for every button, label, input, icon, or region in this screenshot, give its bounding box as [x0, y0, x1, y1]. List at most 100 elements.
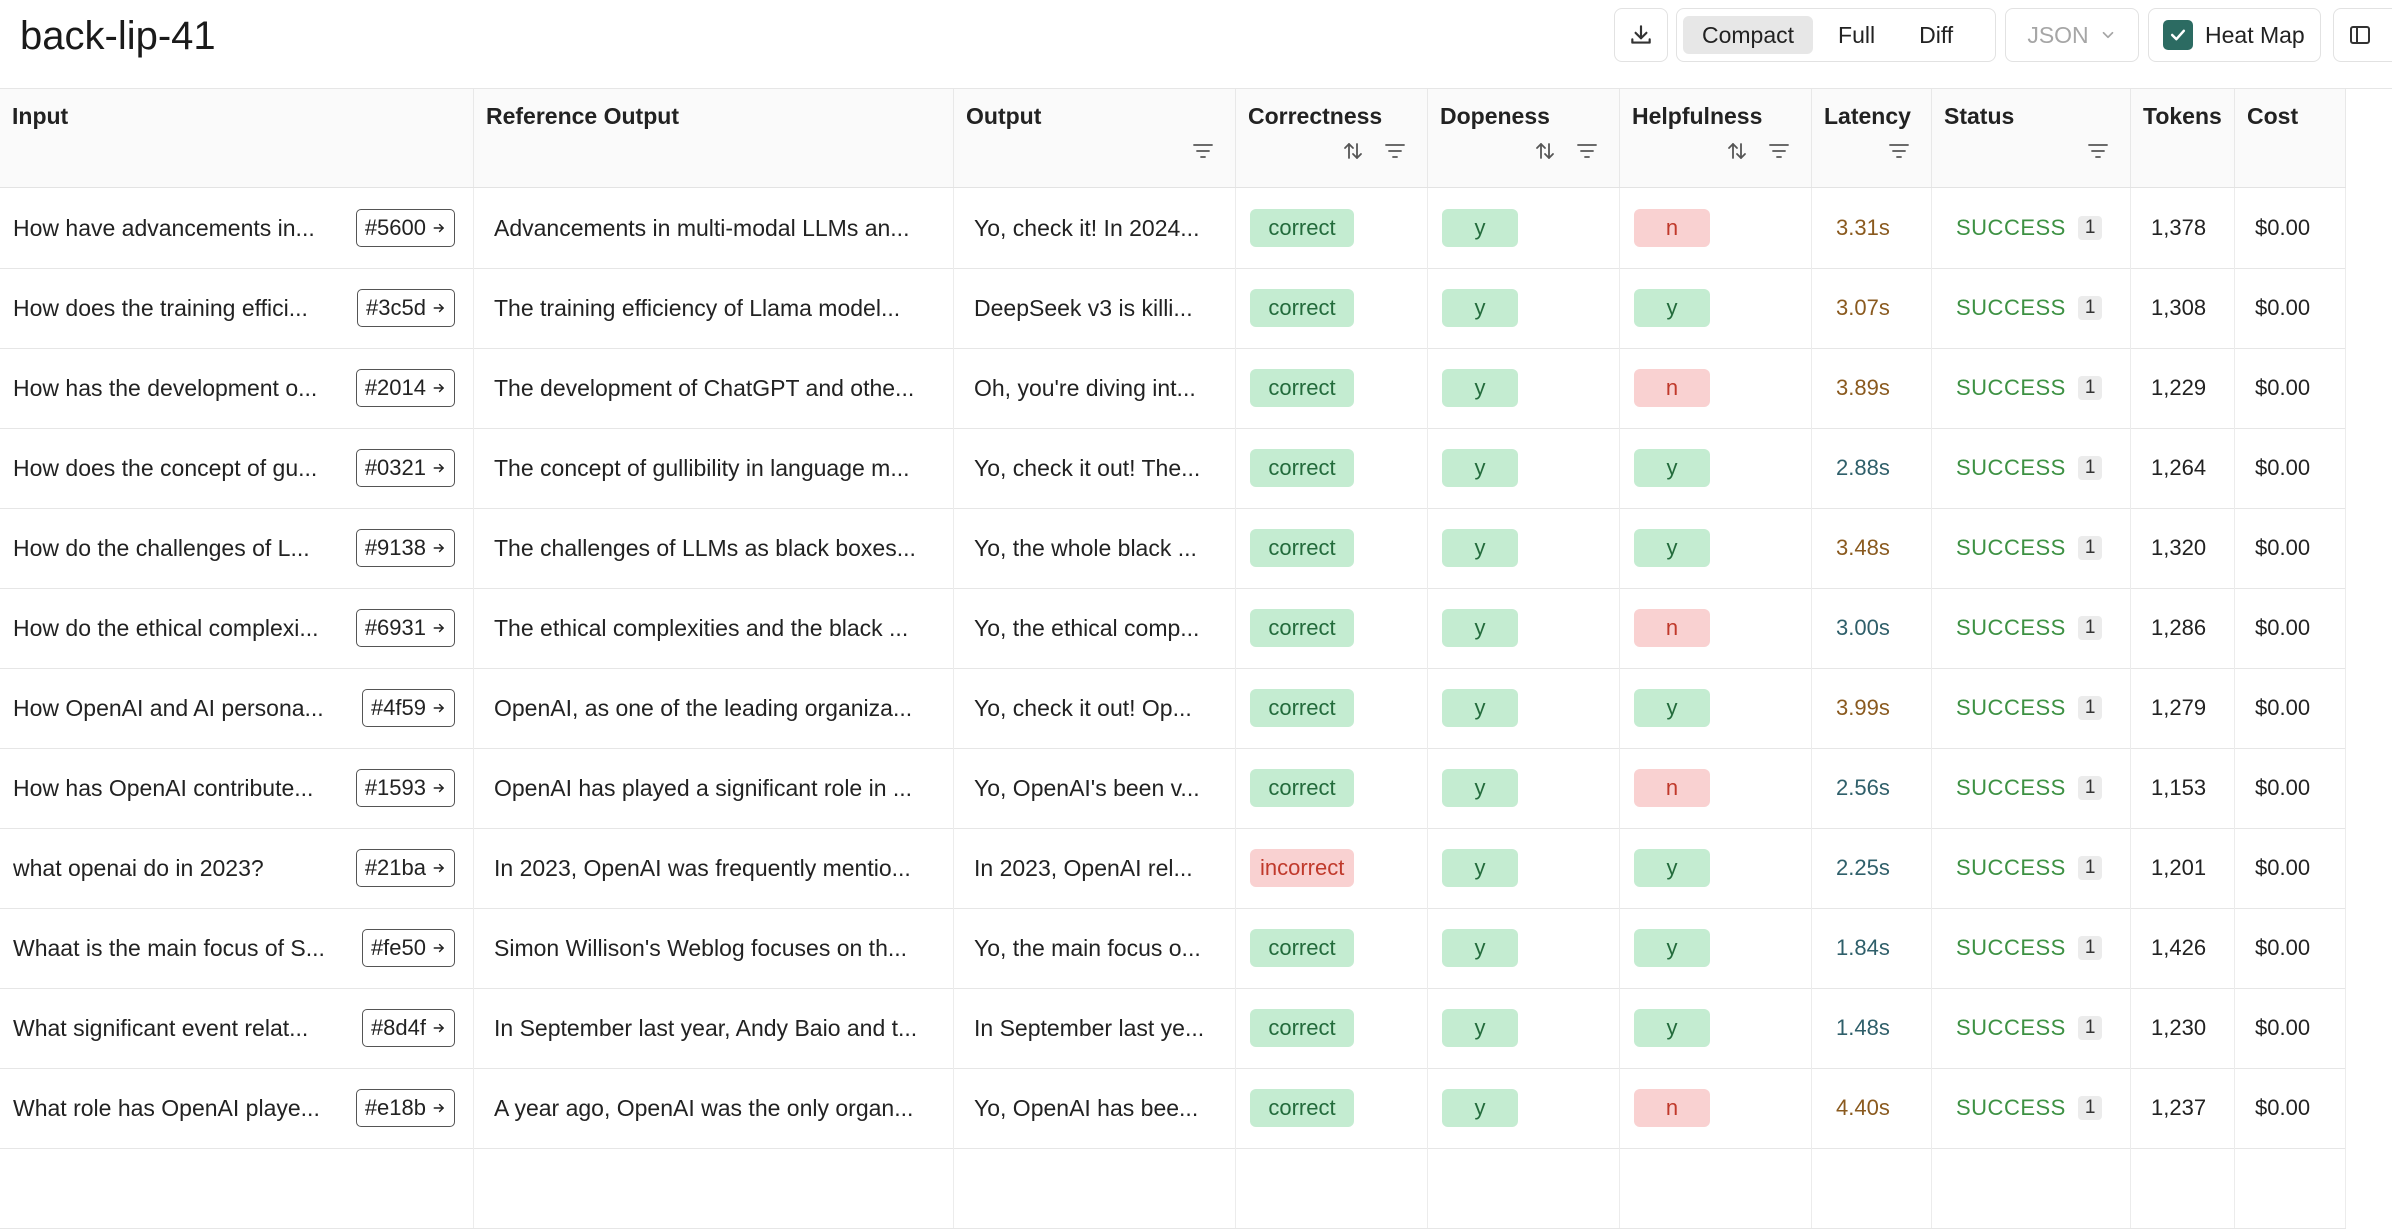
table-row[interactable]: How does the concept of gu... #0321 The co… — [0, 428, 2346, 509]
helpfulness-score-pill[interactable]: n — [1634, 609, 1710, 647]
table-row[interactable]: How has the development o... #2014 The dev… — [0, 348, 2346, 429]
sort-icon[interactable] — [1533, 139, 1557, 163]
table-row[interactable]: How do the challenges of L... #9138 The ch… — [0, 508, 2346, 589]
sort-icon[interactable] — [1341, 139, 1365, 163]
helpfulness-score-pill[interactable]: y — [1634, 689, 1710, 727]
filter-icon[interactable] — [1767, 139, 1791, 163]
table-row[interactable] — [0, 1148, 2346, 1229]
tokens-value: 1,286 — [2151, 615, 2207, 640]
correctness-score-pill[interactable]: correct — [1250, 289, 1354, 327]
sort-icon[interactable] — [1725, 139, 1749, 163]
example-id-button[interactable]: #2014 — [355, 369, 455, 407]
dopeness-score-pill[interactable]: y — [1442, 449, 1518, 487]
heat-map-toggle[interactable]: Heat Map — [2148, 8, 2321, 62]
correctness-score-pill[interactable]: correct — [1250, 369, 1354, 407]
cell-helpfulness: n — [1620, 188, 1812, 268]
format-select[interactable]: JSON — [2005, 8, 2139, 62]
reference-output-text: In September last year, Andy Baio and t.… — [494, 1014, 918, 1041]
correctness-score-pill[interactable]: correct — [1250, 1009, 1354, 1047]
helpfulness-score-pill[interactable]: n — [1634, 769, 1710, 807]
dopeness-score-pill[interactable]: y — [1442, 289, 1518, 327]
cost-value: $0.00 — [2255, 615, 2311, 640]
table-row[interactable]: How OpenAI and AI persona... #4f59 OpenAI,… — [0, 668, 2346, 749]
arrow-right-icon — [433, 1023, 444, 1033]
input-text: How do the ethical complexi... — [13, 615, 319, 641]
correctness-score-pill[interactable]: correct — [1250, 1089, 1354, 1127]
dopeness-score-pill[interactable]: y — [1442, 209, 1518, 247]
checkbox-checked-icon[interactable] — [2163, 20, 2193, 50]
cell-dopeness: y — [1428, 828, 1620, 908]
helpfulness-score-pill[interactable]: n — [1634, 1089, 1710, 1127]
view-mode-diff[interactable]: Diff — [1900, 16, 1972, 54]
dopeness-score-pill[interactable]: y — [1442, 929, 1518, 967]
correctness-score-pill[interactable]: correct — [1250, 209, 1354, 247]
example-id-button[interactable]: #e18b — [355, 1089, 455, 1127]
helpfulness-score-pill[interactable]: y — [1634, 449, 1710, 487]
column-header-actions — [1533, 139, 1599, 163]
dopeness-score-pill[interactable]: y — [1442, 769, 1518, 807]
helpfulness-score-pill[interactable]: y — [1634, 1009, 1710, 1047]
table-row[interactable]: what openai do in 2023? #21ba In 2023, Ope… — [0, 828, 2346, 909]
table-row[interactable]: How do the ethical complexi... #6931 The e… — [0, 588, 2346, 669]
table-row[interactable]: Whaat is the main focus of S... #fe50 Simo… — [0, 908, 2346, 989]
table-row[interactable]: What significant event relat... #8d4f In S… — [0, 988, 2346, 1069]
arrow-right-icon — [433, 783, 444, 793]
view-mode-compact[interactable]: Compact — [1683, 16, 1814, 54]
filter-icon[interactable] — [1383, 139, 1407, 163]
helpfulness-score-pill[interactable]: n — [1634, 369, 1710, 407]
cell-correctness: correct — [1236, 428, 1428, 508]
view-mode-full[interactable]: Full — [1819, 16, 1894, 54]
cell-helpfulness: y — [1620, 508, 1812, 588]
filter-icon[interactable] — [2086, 139, 2110, 163]
example-id-button[interactable]: #6931 — [355, 609, 455, 647]
column-header-label: Input — [12, 103, 69, 129]
reference-output-text: The training efficiency of Llama model..… — [494, 294, 901, 321]
filter-icon[interactable] — [1887, 139, 1911, 163]
correctness-score-pill[interactable]: correct — [1250, 689, 1354, 727]
correctness-score-pill[interactable]: correct — [1250, 929, 1354, 967]
filter-icon[interactable] — [1575, 139, 1599, 163]
dopeness-score-pill[interactable]: y — [1442, 689, 1518, 727]
example-id-button[interactable]: #0321 — [355, 449, 455, 487]
cell-output: Yo, the main focus o... — [954, 908, 1236, 988]
helpfulness-score-pill[interactable]: y — [1634, 929, 1710, 967]
cell-status — [1932, 1148, 2131, 1228]
example-id-button[interactable]: #8d4f — [361, 1009, 455, 1047]
dopeness-score-pill[interactable]: y — [1442, 609, 1518, 647]
helpfulness-score-pill[interactable]: y — [1634, 289, 1710, 327]
dopeness-score-pill[interactable]: y — [1442, 529, 1518, 567]
example-id-button[interactable]: #21ba — [355, 849, 455, 887]
correctness-score-pill[interactable]: correct — [1250, 529, 1354, 567]
table-row[interactable]: How has OpenAI contribute... #1593 OpenAI … — [0, 748, 2346, 829]
cell-helpfulness: n — [1620, 588, 1812, 668]
table-row[interactable]: How have advancements in... #5600 Advancem… — [0, 188, 2346, 269]
columns-button[interactable] — [2333, 8, 2392, 62]
dopeness-score-pill[interactable]: y — [1442, 849, 1518, 887]
table-row[interactable]: How does the training effici... #3c5d The … — [0, 268, 2346, 349]
download-button[interactable] — [1614, 8, 1668, 62]
correctness-score-pill[interactable]: incorrect — [1250, 849, 1354, 887]
dopeness-score-pill[interactable]: y — [1442, 1089, 1518, 1127]
output-text: In September last ye... — [974, 1014, 1205, 1041]
helpfulness-score-pill[interactable]: y — [1634, 849, 1710, 887]
helpfulness-score-pill[interactable]: y — [1634, 529, 1710, 567]
cell-cost: $0.00 — [2235, 588, 2346, 668]
example-id-button[interactable]: #fe50 — [361, 929, 455, 967]
cell-helpfulness: n — [1620, 1068, 1812, 1148]
filter-icon[interactable] — [1191, 139, 1215, 163]
correctness-score-pill[interactable]: correct — [1250, 609, 1354, 647]
dopeness-score-pill[interactable]: y — [1442, 369, 1518, 407]
output-text: Yo, OpenAI has bee... — [974, 1094, 1199, 1121]
example-id-button[interactable]: #4f59 — [361, 689, 455, 727]
helpfulness-score-pill[interactable]: n — [1634, 209, 1710, 247]
status-count-badge: 1 — [2077, 856, 2103, 880]
example-id-button[interactable]: #5600 — [355, 209, 455, 247]
example-id-button[interactable]: #1593 — [355, 769, 455, 807]
correctness-score-pill[interactable]: correct — [1250, 449, 1354, 487]
correctness-score-pill[interactable]: correct — [1250, 769, 1354, 807]
table-row[interactable]: What role has OpenAI playe... #e18b A year… — [0, 1068, 2346, 1149]
example-id-button[interactable]: #3c5d — [357, 289, 455, 327]
dopeness-score-pill[interactable]: y — [1442, 1009, 1518, 1047]
cell-reference: The concept of gullibility in language m… — [474, 428, 954, 508]
example-id-button[interactable]: #9138 — [355, 529, 455, 567]
